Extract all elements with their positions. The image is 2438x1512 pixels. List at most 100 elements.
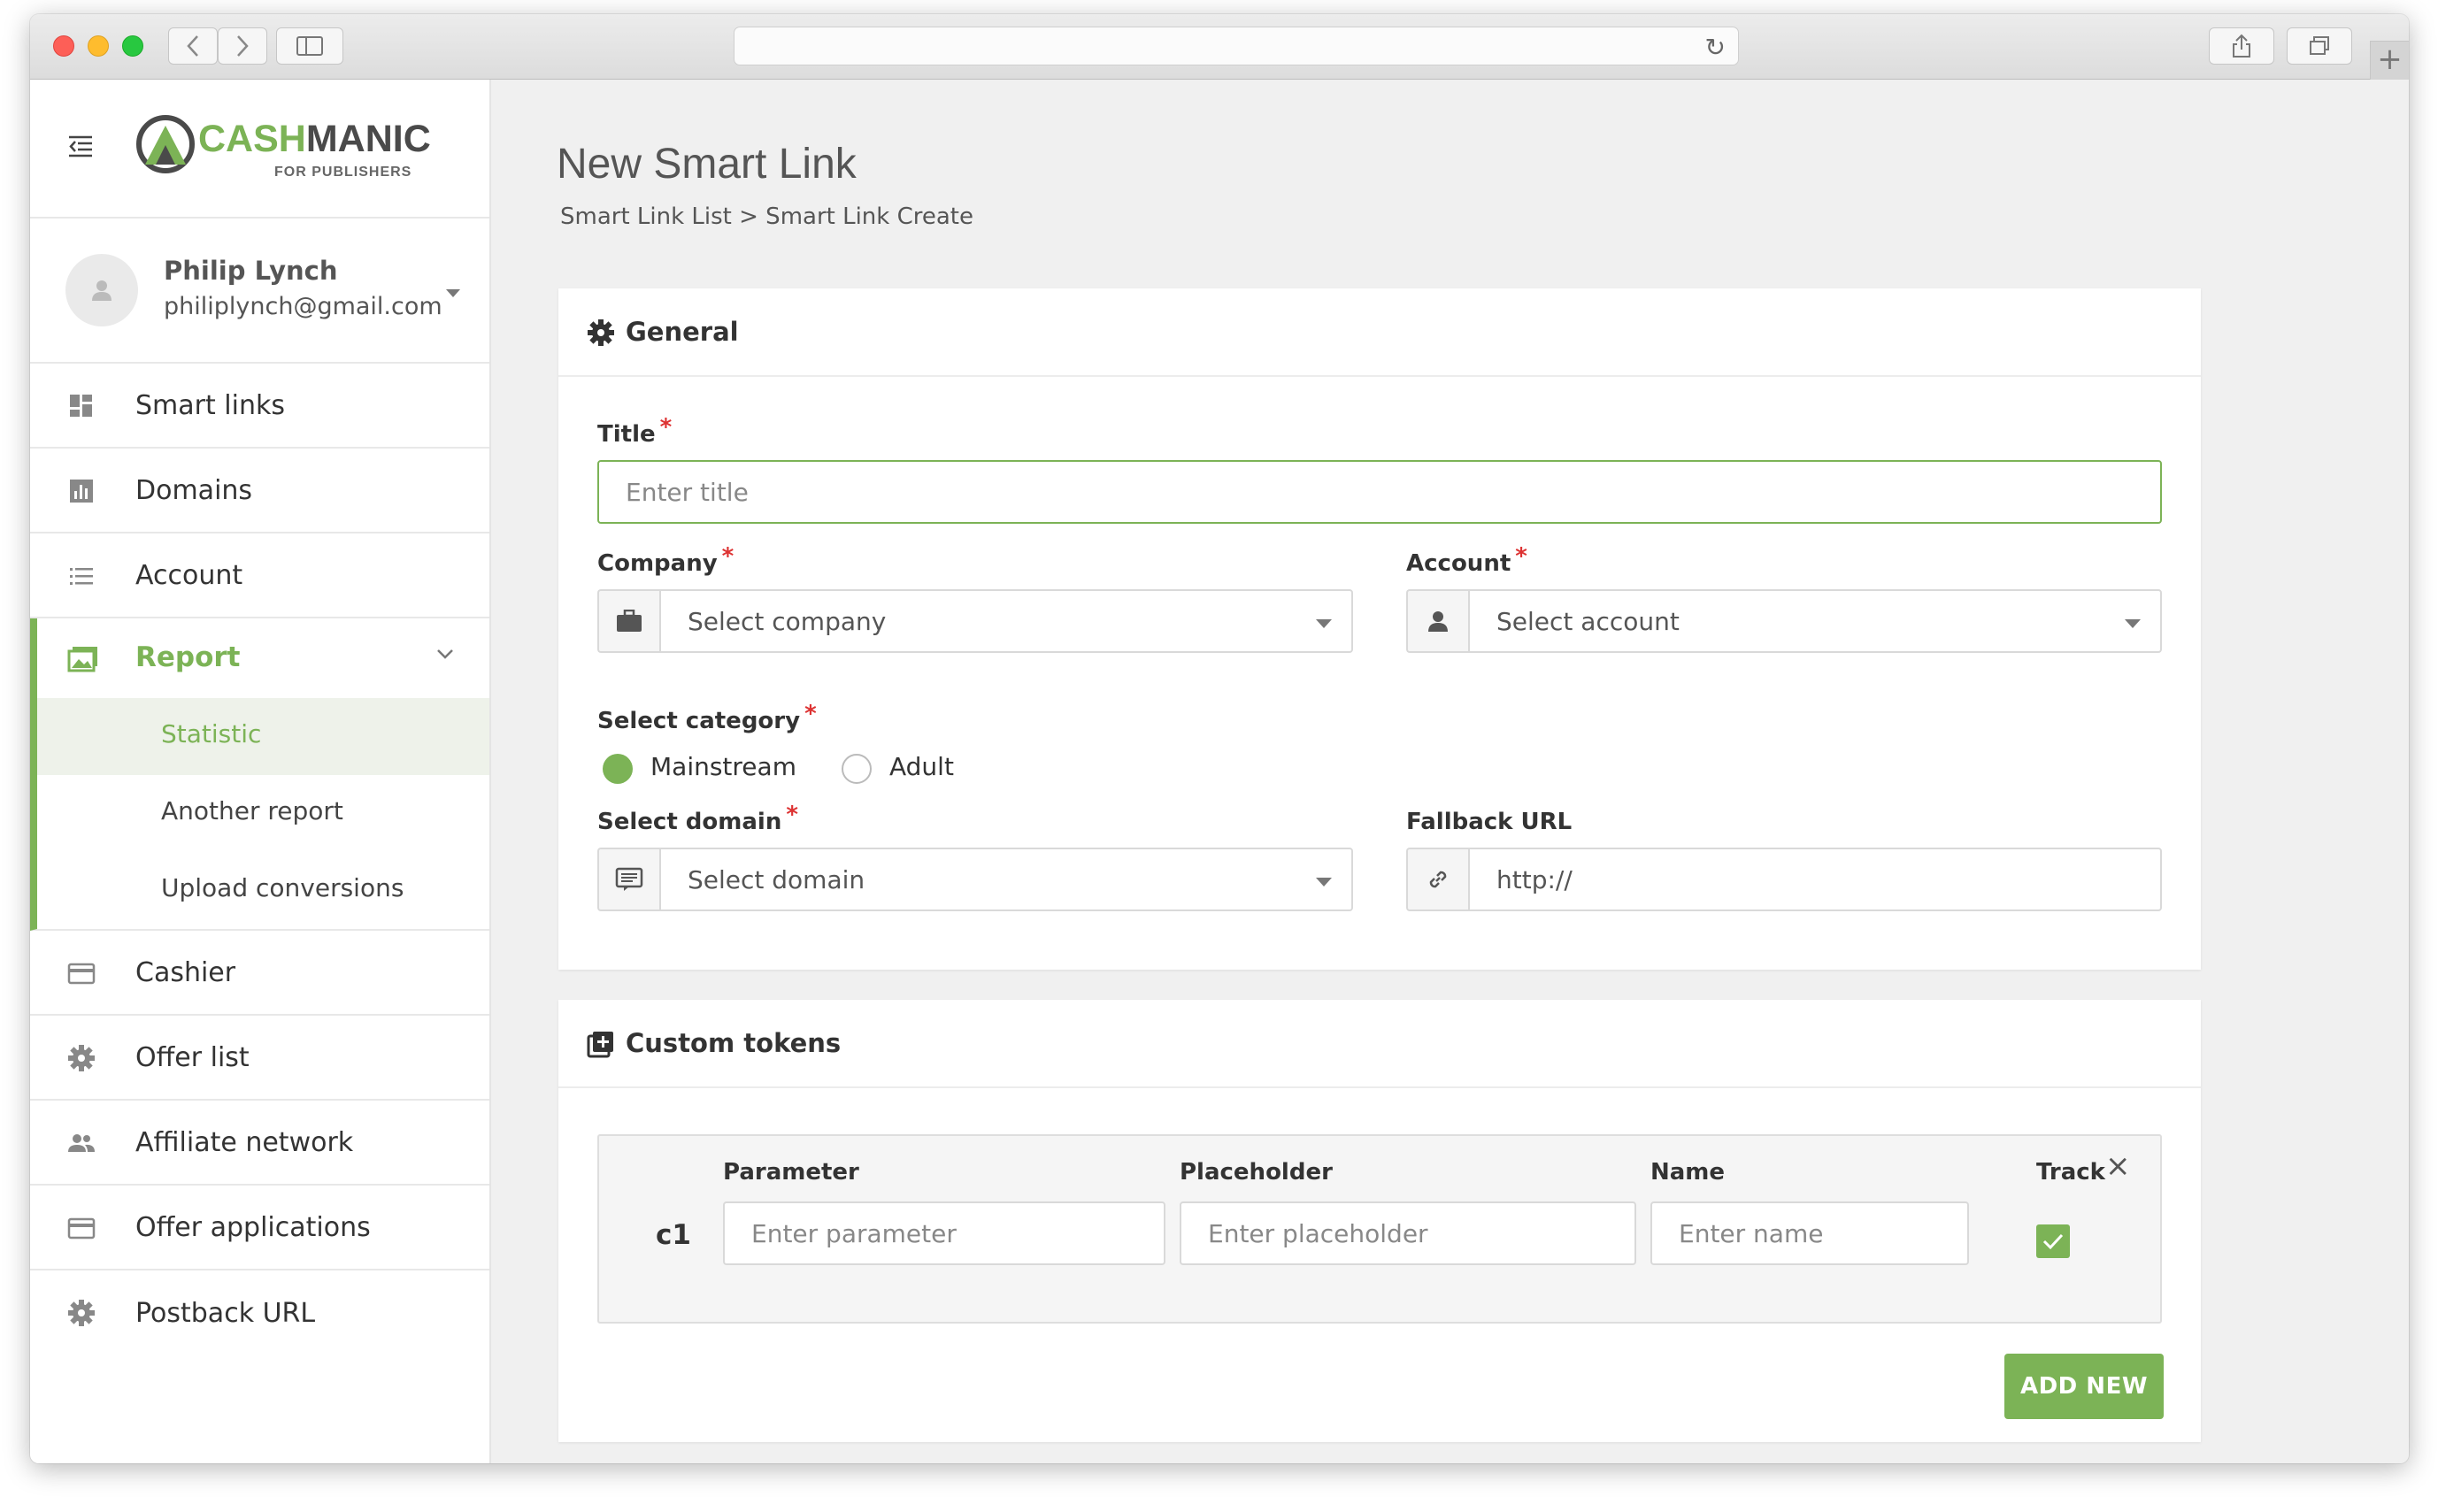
sidebar-item-domains[interactable]: Domains [30,449,489,533]
general-card: General Title * Enter title Company * Sele… [558,288,2201,970]
caret-down-icon [1316,878,1332,886]
sidebar-item-affiliate-network[interactable]: Affiliate network [30,1101,489,1186]
sidebar-item-report[interactable]: Report [37,618,489,698]
name-input[interactable]: Enter name [1650,1201,1969,1265]
share-icon [2233,34,2250,58]
placeholder-placeholder: Enter placeholder [1208,1218,1428,1248]
general-card-header: General [558,288,2201,377]
new-tab-button[interactable]: + [2370,41,2409,80]
sidebar-subitem-label: Upload conversions [161,873,404,902]
company-placeholder: Select company [688,606,887,636]
browser-titlebar: ↻ + [30,14,2409,80]
track-checkbox[interactable] [2036,1224,2070,1258]
fallback-url-input[interactable]: http:// [1468,848,2162,911]
forward-button[interactable] [218,27,267,65]
checkmark-icon [2042,1233,2064,1250]
sidebar-item-label: Cashier [135,956,236,988]
title-input[interactable]: Enter title [597,460,2162,524]
sidebar-subitem-statistic[interactable]: Statistic [37,698,489,775]
sidebar-item-label: Smart links [135,389,285,421]
radio-adult[interactable] [842,754,872,784]
add-box-icon [587,1032,613,1058]
user-profile[interactable]: Philip Lynch philiplynch@gmail.com [30,219,489,364]
link-icon [1429,871,1447,888]
name-placeholder: Enter name [1679,1218,1824,1248]
sidebar-item-postback-url[interactable]: Postback URL [30,1270,489,1355]
sidebar-item-cashier[interactable]: Cashier [30,931,489,1016]
sidebar-subitem-upload-conversions[interactable]: Upload conversions [37,852,489,929]
chevron-right-icon [237,35,249,57]
domain-addon [597,848,659,911]
images-icon [67,647,97,672]
sidebar-group-report: Report Statistic Another report Upload c… [30,618,489,931]
domain-placeholder: Select domain [688,864,865,894]
sidebar-item-offer-applications[interactable]: Offer applications [30,1186,489,1270]
remove-token-button[interactable]: × [2105,1148,2131,1184]
sidebar-item-label: Offer list [135,1041,250,1073]
parameter-placeholder: Enter parameter [751,1218,957,1248]
sidebar-subitem-label: Statistic [161,719,262,748]
sidebar-item-label: Affiliate network [135,1126,354,1158]
custom-tokens-header: Custom tokens [558,1000,2201,1088]
list-icon [70,568,93,585]
custom-tokens-card: Custom tokens Parameter Placeholder Name… [558,1000,2201,1442]
sidebar-item-account[interactable]: Account [30,533,489,618]
company-select[interactable]: Select company [659,589,1353,653]
company-addon [597,589,659,653]
sidebar-toggle-button[interactable] [276,27,343,65]
breadcrumb[interactable]: Smart Link List > Smart Link Create [560,203,973,230]
general-card-title: General [626,317,739,347]
account-placeholder: Select account [1496,606,1680,636]
collapse-menu-icon[interactable] [67,133,94,159]
tabs-button[interactable] [2287,27,2352,65]
dashboard-icon [70,395,92,417]
user-menu-caret-icon[interactable] [446,289,460,297]
caret-down-icon [1316,619,1332,628]
zoom-window-button[interactable] [122,35,143,57]
chevron-down-icon[interactable] [435,643,456,664]
radio-adult-label[interactable]: Adult [889,752,954,781]
browser-window: ↻ + CASHMANIC FOR PUBLISHERS Philip Lync… [30,14,2409,1463]
people-icon [68,1134,95,1152]
account-addon [1406,589,1468,653]
title-placeholder: Enter title [626,477,749,507]
briefcase-icon [617,610,642,632]
sidebar-item-label: Postback URL [135,1297,316,1329]
card-icon [67,1217,96,1240]
sidebar-icon [296,36,323,56]
back-button[interactable] [168,27,218,65]
cashmanic-logo[interactable]: CASHMANIC FOR PUBLISHERS [135,113,431,184]
sidebar-item-label: Report [135,641,241,673]
domain-select[interactable]: Select domain [659,848,1353,911]
fallback-url-label: Fallback URL [1406,809,1573,835]
domain-label: Select domain * [597,802,798,835]
fallback-url-value: http:// [1496,864,1573,894]
sidebar-item-offer-list[interactable]: Offer list [30,1016,489,1101]
add-new-button[interactable]: ADD NEW [2004,1354,2164,1419]
sidebar-header: CASHMANIC FOR PUBLISHERS [30,80,489,219]
radio-mainstream[interactable] [603,754,633,784]
placeholder-input[interactable]: Enter placeholder [1180,1201,1636,1265]
minimize-window-button[interactable] [88,35,109,57]
column-header-parameter: Parameter [723,1159,859,1186]
page-title: New Smart Link [557,141,857,188]
avatar [65,254,138,326]
column-header-track: Track [2036,1159,2105,1186]
reload-icon[interactable]: ↻ [1705,33,1726,62]
close-window-button[interactable] [53,35,74,57]
address-bar[interactable]: ↻ [734,27,1739,65]
account-select[interactable]: Select account [1468,589,2162,653]
parameter-input[interactable]: Enter parameter [723,1201,1165,1265]
sidebar-item-smart-links[interactable]: Smart links [30,364,489,449]
sidebar-subitem-another-report[interactable]: Another report [37,775,489,852]
share-button[interactable] [2209,27,2274,65]
caret-down-icon [2125,619,2141,628]
user-email: philiplynch@gmail.com [164,293,442,320]
radio-mainstream-label[interactable]: Mainstream [650,752,796,781]
chart-icon [70,480,93,503]
token-row-id: c1 [656,1219,691,1251]
chevron-left-icon [187,35,198,57]
gear-icon [68,1300,95,1326]
sidebar-item-label: Offer applications [135,1211,371,1243]
tabs-icon [2310,36,2329,55]
